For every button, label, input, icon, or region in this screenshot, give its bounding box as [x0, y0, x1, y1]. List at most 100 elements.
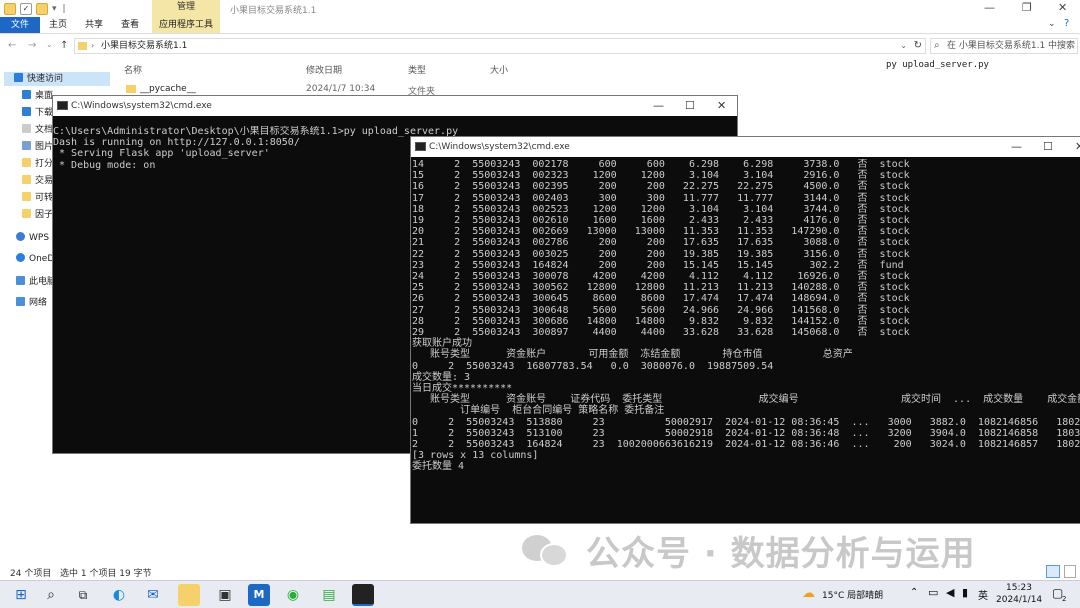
star-icon [14, 73, 23, 82]
terminal-app-icon[interactable]: ▤ [318, 584, 340, 606]
notification-count: 2 [1062, 595, 1067, 603]
recent-dropdown-icon[interactable]: ⌄ [46, 40, 53, 49]
folder-icon[interactable] [36, 2, 48, 15]
watermark: 公众号 · 数据分析与运用 [522, 528, 976, 574]
chevron-down-icon[interactable]: ⌄ [900, 39, 907, 53]
close-icon[interactable]: ✕ [1058, 1, 1067, 14]
selection-info: 选中 1 个项目 19 字节 [60, 569, 152, 579]
wechat-icon[interactable]: ◉ [282, 584, 304, 606]
tab-share[interactable]: 共享 [78, 17, 110, 33]
console-line: 27 2 55003243 300648 5600 5600 24.966 24… [412, 304, 910, 316]
console-output[interactable]: 14 2 55003243 002178 600 600 6.298 6.298… [411, 159, 1080, 523]
details-view-icon[interactable] [1046, 565, 1060, 578]
back-arrow-icon[interactable]: ← [8, 40, 16, 51]
console-line: 委托数量 4 [412, 461, 465, 473]
maximize-icon[interactable]: ☐ [685, 96, 695, 116]
address-bar[interactable]: › 小果目标交易系统1.1 ⌄ ↻ [74, 38, 926, 54]
tab-view[interactable]: 查看 [114, 17, 146, 33]
console-line: 16 2 55003243 002395 200 200 22.275 22.2… [412, 181, 910, 193]
tab-file[interactable]: 文件 [0, 17, 40, 33]
ime-indicator[interactable]: 英 [978, 587, 988, 602]
up-arrow-icon[interactable]: ↑ [60, 40, 68, 51]
console-line: 15 2 55003243 002323 1200 1200 3.104 3.1… [412, 170, 910, 182]
refresh-icon[interactable]: ↻ [914, 39, 922, 53]
folder-icon [78, 42, 87, 50]
cmd-titlebar[interactable]: C:\Windows\system32\cmd.exe — ☐ ✕ [53, 96, 737, 116]
edge-browser-icon[interactable]: ◐ [108, 584, 130, 606]
weather-icon: ☁ [802, 586, 815, 601]
console-line: 22 2 55003243 003025 200 200 19.385 19.3… [412, 248, 910, 260]
console-line: 获取账户成功 [412, 338, 472, 350]
ribbon-context-label: 管理 [152, 0, 220, 17]
column-date[interactable]: 修改日期 [306, 63, 342, 76]
tab-home[interactable]: 主页 [42, 17, 74, 33]
console-line: 20 2 55003243 002669 13000 13000 11.353 … [412, 226, 910, 238]
close-icon[interactable]: ✕ [1075, 137, 1080, 157]
help-icon[interactable]: ? [1064, 18, 1069, 29]
tab-app-tools[interactable]: 应用程序工具 [152, 17, 220, 33]
address-path: 小果目标交易系统1.1 [101, 41, 188, 51]
console-line: 19 2 55003243 002610 1600 1600 2.433 2.4… [412, 215, 910, 227]
store-icon[interactable]: ▣ [214, 584, 236, 606]
search-input[interactable]: ⌕ 在 小果目标交易系统1.1 中搜索 [930, 38, 1078, 54]
search-placeholder: 在 小果目标交易系统1.1 中搜索 [947, 41, 1076, 51]
weather-text[interactable]: 15°C 局部晴朗 [822, 588, 883, 601]
cloud-icon [16, 232, 25, 241]
column-size[interactable]: 大小 [490, 63, 508, 76]
column-type[interactable]: 类型 [408, 63, 426, 76]
console-line: 当日成交********** [412, 383, 513, 395]
speaker-icon[interactable]: ◀ [946, 586, 954, 599]
search-icon[interactable]: ⌕ [40, 584, 62, 606]
console-line: 28 2 55003243 300686 14800 14800 9.832 9… [412, 315, 910, 327]
console-line: 21 2 55003243 002786 200 200 17.635 17.6… [412, 237, 910, 249]
close-icon[interactable]: ✕ [717, 96, 726, 116]
forward-arrow-icon[interactable]: → [28, 40, 36, 51]
chevron-up-icon[interactable]: ⌃ [910, 587, 918, 598]
thumbnail-view-icon[interactable] [1064, 565, 1076, 578]
ribbon-expand-icon[interactable]: ⌄ [1048, 19, 1056, 29]
qat-dropdown-icon[interactable]: ▾ [52, 4, 57, 14]
cmd-window-trading[interactable]: C:\Windows\system32\cmd.exe — ☐ ✕ 14 2 5… [410, 136, 1080, 524]
folder-icon [22, 175, 31, 184]
restore-icon[interactable]: ❐ [1022, 1, 1032, 14]
minimize-icon[interactable]: — [984, 1, 995, 14]
folder-icon[interactable] [4, 2, 16, 15]
console-line: 24 2 55003243 300078 4200 4200 4.112 4.1… [412, 271, 910, 283]
task-view-icon[interactable]: ⧉ [72, 584, 94, 606]
folder-icon [126, 85, 136, 93]
folder-icon [22, 209, 31, 218]
minimize-icon[interactable]: — [1011, 137, 1022, 157]
folder-icon [22, 158, 31, 167]
wechat-logo-icon [522, 531, 572, 569]
console-line: 0 2 55003243 16807783.54 0.0 3080076.0 1… [412, 360, 774, 372]
desktop-icon [22, 90, 31, 99]
search-icon: ⌕ [934, 40, 940, 51]
console-line: 14 2 55003243 002178 600 600 6.298 6.298… [412, 159, 910, 170]
console-line: 订单编号 柜台合同编号 策略名称 委托备注 [412, 405, 665, 417]
console-line: 0 2 55003243 513880 23 50002917 2024-01-… [412, 416, 1080, 428]
checkmark-icon[interactable]: ✓ [20, 2, 32, 15]
clock-date[interactable]: 2024/1/14 [996, 595, 1042, 605]
download-icon [22, 107, 31, 116]
column-headers: 名称 修改日期 类型 大小 [118, 61, 618, 77]
column-name[interactable]: 名称 [124, 63, 142, 76]
cmd-taskbar-icon[interactable] [352, 584, 374, 606]
console-line: 账号类型 资金账号 证券代码 委托类型 成交编号 成交时间 ... 成交数量 成… [412, 394, 1080, 406]
windows-start-icon[interactable]: ⊞ [10, 584, 32, 606]
nav-item-quick-access[interactable]: 快速访问 [4, 72, 110, 86]
battery-icon[interactable]: ▮ [962, 586, 968, 599]
file-explorer-icon[interactable] [178, 584, 200, 606]
network-icon[interactable]: ▭ [928, 586, 938, 599]
cmd-titlebar[interactable]: C:\Windows\system32\cmd.exe — ☐ ✕ [411, 137, 1080, 157]
cmd-title: C:\Windows\system32\cmd.exe [429, 142, 570, 152]
mail-icon[interactable]: ✉ [142, 584, 164, 606]
app-m-icon[interactable]: M [248, 584, 270, 606]
ribbon-tabs: 文件 主页 共享 查看 应用程序工具 ⌄ ? [0, 17, 1080, 34]
console-line: 1 2 55003243 513100 23 50002918 2024-01-… [412, 427, 1080, 439]
network-icon [16, 297, 25, 306]
address-row: ← → ⌄ ↑ › 小果目标交易系统1.1 ⌄ ↻ ⌕ 在 小果目标交易系统1.… [0, 36, 1080, 56]
clock-time[interactable]: 15:23 [1006, 583, 1032, 593]
console-line: 18 2 55003243 002523 1200 1200 3.104 3.1… [412, 203, 910, 215]
minimize-icon[interactable]: — [653, 96, 664, 116]
maximize-icon[interactable]: ☐ [1043, 137, 1053, 157]
